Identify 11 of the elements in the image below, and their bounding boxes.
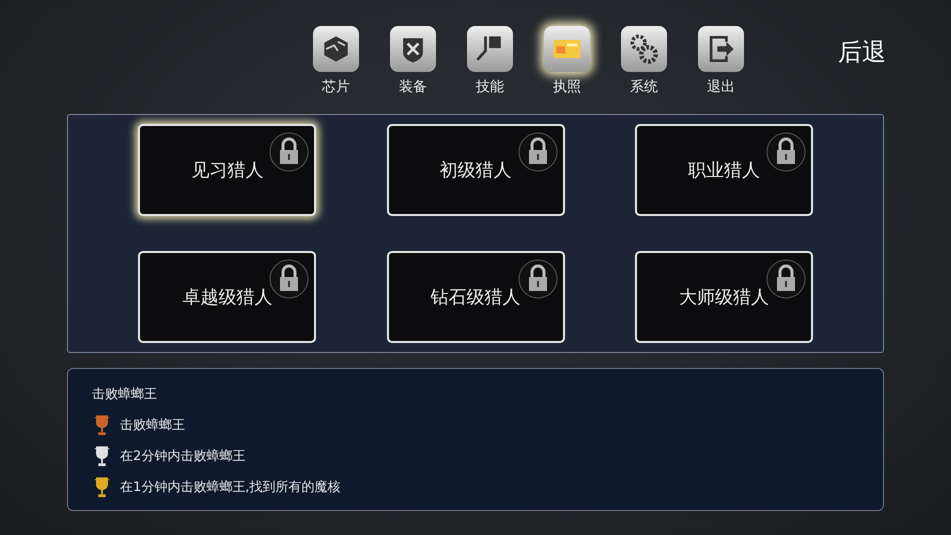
license-card[interactable]: 钻石级猎人	[386, 251, 564, 343]
goal-text: 在2分钟内击败蟑螂王	[120, 448, 246, 465]
license-card[interactable]: 初级猎人	[386, 124, 564, 216]
license-card[interactable]: 卓越级猎人	[138, 251, 316, 343]
license-card[interactable]: 大师级猎人	[634, 251, 813, 343]
license-card[interactable]: 职业猎人	[634, 124, 813, 216]
goal-text: 击败蟑螂王	[120, 417, 185, 434]
back-button[interactable]: 后退	[838, 36, 886, 68]
goal-text: 在1分钟内击败蟑螂王,找到所有的魔核	[120, 479, 340, 496]
license-card[interactable]: 见习猎人	[138, 124, 316, 216]
mission-title: 击败蟑螂王	[92, 386, 158, 403]
